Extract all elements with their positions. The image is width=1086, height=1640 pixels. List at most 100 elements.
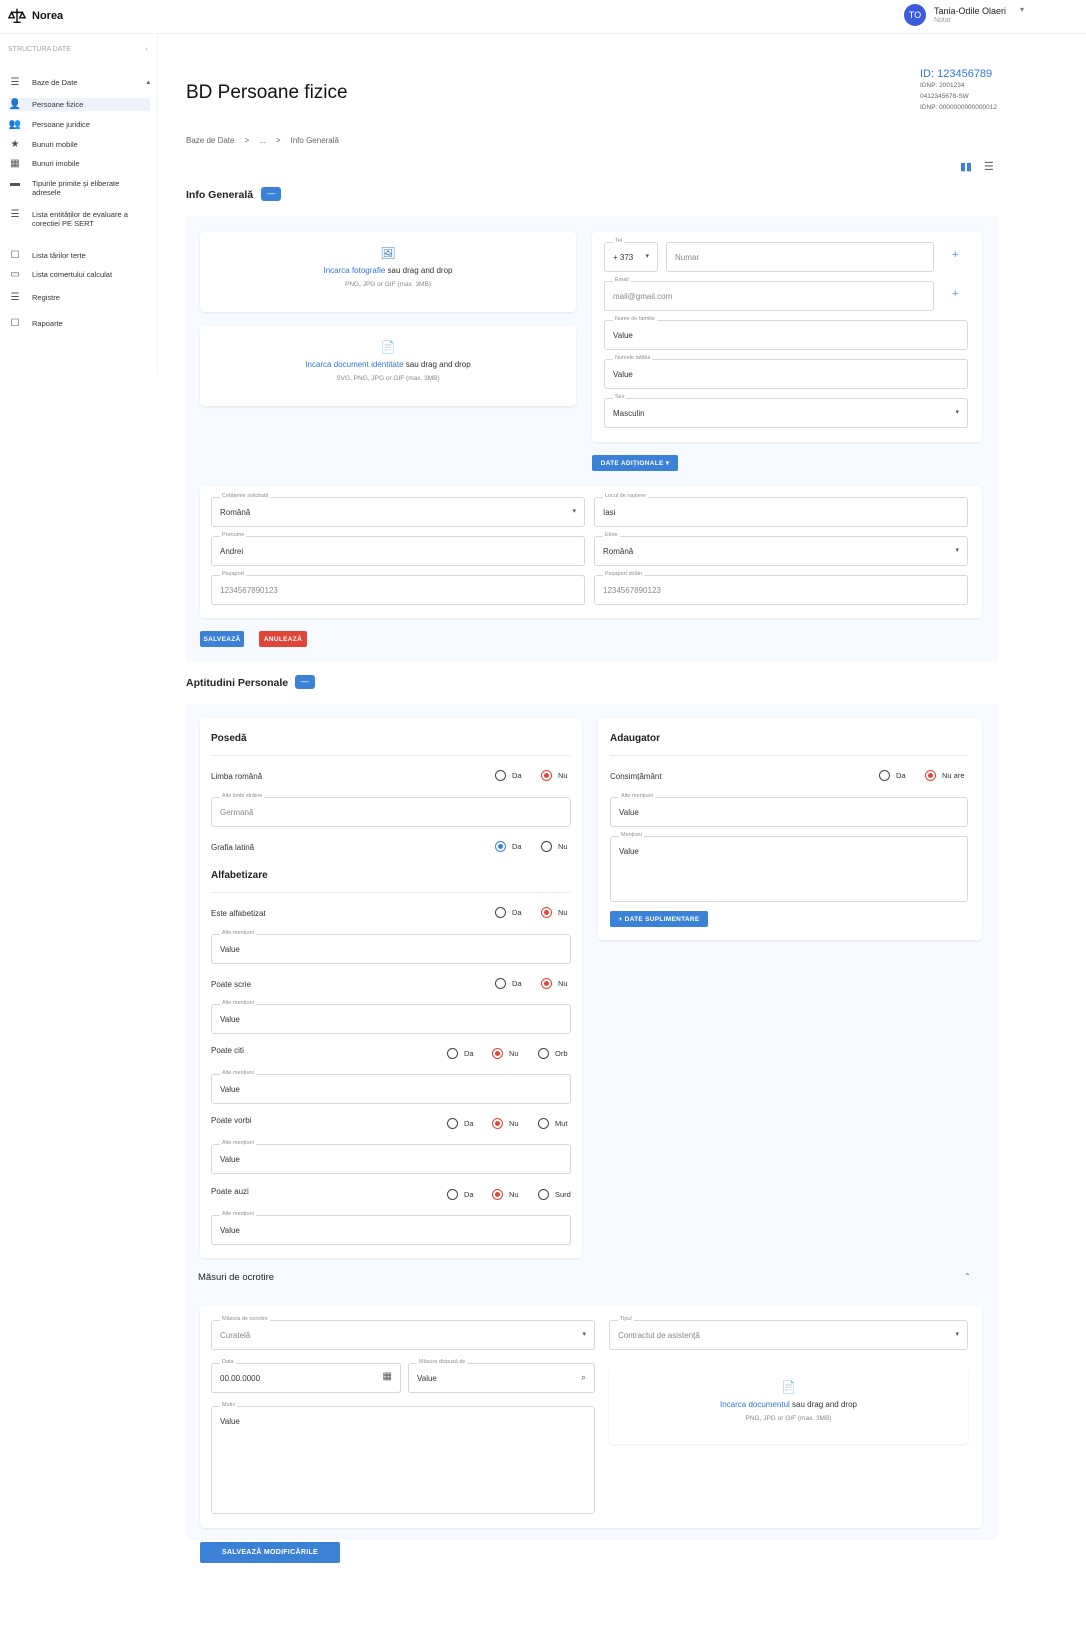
grid-view-icon[interactable]: ▮▮ bbox=[960, 160, 972, 173]
divider bbox=[211, 892, 571, 893]
vorbi-nu-radio[interactable]: Nu bbox=[492, 1118, 519, 1129]
citi-da-radio[interactable]: Da bbox=[447, 1048, 474, 1059]
sidebar-item-persoane-juridice[interactable]: 👥 Persoane juridice bbox=[8, 119, 150, 130]
collapse-chip[interactable]: — bbox=[295, 675, 315, 689]
sidebar-item-baze-de-date[interactable]: ☰ Baze de Date ▴ bbox=[8, 78, 150, 88]
pasaport-strain-field[interactable]: Pașaport străin 1234567890123 bbox=[594, 570, 968, 605]
masuri-title: Măsuri de ocrotire bbox=[198, 1272, 275, 1283]
alfabetizat-mentiuni-field[interactable]: Alte mențiuni Value bbox=[211, 929, 571, 964]
building-icon: ▦ bbox=[10, 158, 20, 169]
section-title-aptitudini: Aptitudini Personale bbox=[186, 677, 289, 689]
alte-limbi-field[interactable]: Alte limbi străine Germană bbox=[211, 792, 571, 827]
motiv-textarea[interactable]: Motiv Value bbox=[211, 1401, 595, 1514]
sidebar-item-lista-entitati[interactable]: ☰ Lista entităților de evaluare a corecti… bbox=[8, 210, 150, 229]
breadcrumb-item[interactable]: ... bbox=[259, 136, 266, 145]
folder-icon: ▬ bbox=[10, 178, 20, 189]
sex-select[interactable]: Sex Masculin ▾ bbox=[604, 393, 968, 428]
calendar-icon: ☐ bbox=[10, 318, 20, 329]
consimtamant-da-radio[interactable]: Da bbox=[879, 770, 906, 781]
photo-upload[interactable]: 🖼 Incarca fotografie sau drag and drop P… bbox=[200, 232, 576, 312]
grafia-nu-radio[interactable]: Nu bbox=[541, 841, 568, 852]
adaugator-mentiuni-field[interactable]: Alte mențiuni Value bbox=[610, 792, 968, 827]
vorbi-da-radio[interactable]: Da bbox=[447, 1118, 474, 1129]
save-button[interactable]: SALVEAZĂ bbox=[200, 631, 244, 647]
scrie-da-radio[interactable]: Da bbox=[495, 978, 522, 989]
masura-dispusa-search[interactable]: Măsura dispusă de Value ⌕ bbox=[408, 1358, 595, 1393]
pasaport-field[interactable]: Pașaport 1234567890123 bbox=[211, 570, 585, 605]
grafia-da-radio[interactable]: Da bbox=[495, 841, 522, 852]
etnie-select[interactable]: Etnie Română ▾ bbox=[594, 531, 968, 566]
save-all-button[interactable]: SALVEAZĂ MODIFICĂRILE bbox=[200, 1542, 340, 1563]
app-name: Norea bbox=[32, 10, 64, 22]
sidebar-item-lista-tari[interactable]: ☐ Lista tărilor terte bbox=[8, 250, 150, 261]
scrie-mentiuni-field[interactable]: Alte mențiuni Value bbox=[211, 999, 571, 1034]
add-phone-icon[interactable]: + bbox=[952, 249, 958, 261]
app-logo[interactable]: Norea bbox=[8, 7, 63, 25]
loc-nastere-field[interactable]: Locul de naștere Iasi bbox=[594, 492, 968, 527]
sidebar-item-bunuri-imobile[interactable]: ▦ Bunuri imobile bbox=[8, 158, 150, 169]
consimtamant-nu-radio[interactable]: Nu are bbox=[925, 770, 965, 781]
calendar-icon: ☐ bbox=[10, 250, 20, 261]
collapse-chip[interactable]: — bbox=[261, 187, 281, 201]
more-data-button[interactable]: DATE ADIȚIONALE ▾ bbox=[592, 455, 678, 471]
chevron-down-icon[interactable]: ▾ bbox=[1020, 5, 1024, 14]
sidebar-item-rapoarte[interactable]: ☐ Rapoarte bbox=[8, 318, 150, 329]
masura-ocrotire-select[interactable]: Măsura de ocrotire Curatelă ▾ bbox=[211, 1315, 595, 1350]
poseda-title: Posedă bbox=[211, 733, 247, 744]
calendar-icon[interactable]: ▦ bbox=[383, 1371, 392, 1382]
list-view-icon[interactable]: ☰ bbox=[984, 160, 994, 173]
adaugator-title: Adaugator bbox=[610, 733, 660, 744]
add-suplimentare-button[interactable]: + DATE SUPLIMENTARE bbox=[610, 911, 708, 927]
alfabetizat-da-radio[interactable]: Da bbox=[495, 907, 522, 918]
cancel-button[interactable]: ANULEAZĂ bbox=[259, 631, 307, 647]
phone-code-select[interactable]: Tel + 373 ▾ bbox=[604, 237, 658, 272]
prenume-field[interactable]: Prenume Andrei bbox=[211, 531, 585, 566]
adaugator-card bbox=[598, 718, 982, 940]
poate-vorbi-label: Poate vorbi bbox=[211, 1116, 252, 1125]
email-field[interactable]: Email mail@gmail.com bbox=[604, 276, 934, 311]
section-title-info: Info Generală bbox=[186, 189, 254, 201]
sidebar-item-persoane-fizice[interactable]: 👤 Persoane fizice bbox=[8, 98, 150, 111]
file-upload-icon: 📄 bbox=[380, 340, 396, 354]
avatar: TO bbox=[903, 4, 926, 26]
group-icon: 👥 bbox=[8, 119, 22, 130]
adaugator-notes-textarea[interactable]: Mențiuni Value bbox=[610, 831, 968, 902]
masuri-document-upload[interactable]: 📄 Incarca documentul sau drag and drop P… bbox=[609, 1366, 968, 1444]
document-upload[interactable]: 📄 Incarca document identitate sau drag a… bbox=[200, 326, 576, 406]
phone-input[interactable]: Numar bbox=[666, 242, 934, 272]
tip-select[interactable]: Tipul Contractul de asistență ▾ bbox=[609, 1315, 968, 1350]
prenume-tata-field[interactable]: Numele tatălui Value bbox=[604, 354, 968, 389]
sidebar-item-lista-comert[interactable]: ▭ Lista comertului calculat bbox=[8, 270, 150, 280]
vorbi-mut-radio[interactable]: Mut bbox=[538, 1118, 568, 1129]
auzi-mentiuni-field[interactable]: Alte mențiuni Value bbox=[211, 1210, 571, 1245]
limba-nu-radio[interactable]: Nu bbox=[541, 770, 568, 781]
user-menu[interactable]: TO Tania-Odile Olaeri Notar ▾ bbox=[903, 4, 1024, 26]
chevron-down-icon: ▾ bbox=[572, 508, 576, 515]
auzi-nu-radio[interactable]: Nu bbox=[492, 1189, 519, 1200]
citi-nu-radio[interactable]: Nu bbox=[492, 1048, 519, 1059]
search-icon[interactable]: ⌕ bbox=[581, 1372, 586, 1383]
sidebar-item-bunuri-mobile[interactable]: ★ Bunuri mobile bbox=[8, 140, 150, 150]
auzi-surd-radio[interactable]: Surd bbox=[538, 1189, 571, 1200]
chevron-up-icon[interactable]: ⌃ bbox=[964, 1272, 971, 1281]
breadcrumb-item[interactable]: Baze de Date bbox=[186, 136, 234, 145]
chevron-down-icon: ▾ bbox=[582, 1331, 586, 1338]
scales-icon bbox=[8, 8, 26, 24]
alfabetizat-nu-radio[interactable]: Nu bbox=[541, 907, 568, 918]
nume-field[interactable]: Nume de familie Value bbox=[604, 315, 968, 350]
upload-document-link[interactable]: Incarca document identitate bbox=[305, 360, 403, 369]
scrie-nu-radio[interactable]: Nu bbox=[541, 978, 568, 989]
citi-orb-radio[interactable]: Orb bbox=[538, 1048, 568, 1059]
cetatenie-select[interactable]: Cetățenie solicitată Română ▾ bbox=[211, 492, 585, 527]
sidebar-item-tipurile[interactable]: ▬ Tipurile primite și eliberate adresele bbox=[8, 178, 150, 198]
auzi-da-radio[interactable]: Da bbox=[447, 1189, 474, 1200]
upload-masuri-link[interactable]: Incarca documentul bbox=[720, 1400, 790, 1409]
collapse-icon[interactable]: ‹ bbox=[146, 46, 148, 53]
citi-mentiuni-field[interactable]: Alte mențiuni Value bbox=[211, 1069, 571, 1104]
data-date-field[interactable]: Data 00.00.0000 ▦ bbox=[211, 1358, 401, 1393]
upload-photo-link[interactable]: Incarca fotografie bbox=[324, 266, 386, 275]
vorbi-mentiuni-field[interactable]: Alte mențiuni Value bbox=[211, 1139, 571, 1174]
add-email-icon[interactable]: + bbox=[952, 288, 958, 300]
limba-da-radio[interactable]: Da bbox=[495, 770, 522, 781]
sidebar-item-registre[interactable]: ☰ Registre bbox=[8, 293, 150, 303]
